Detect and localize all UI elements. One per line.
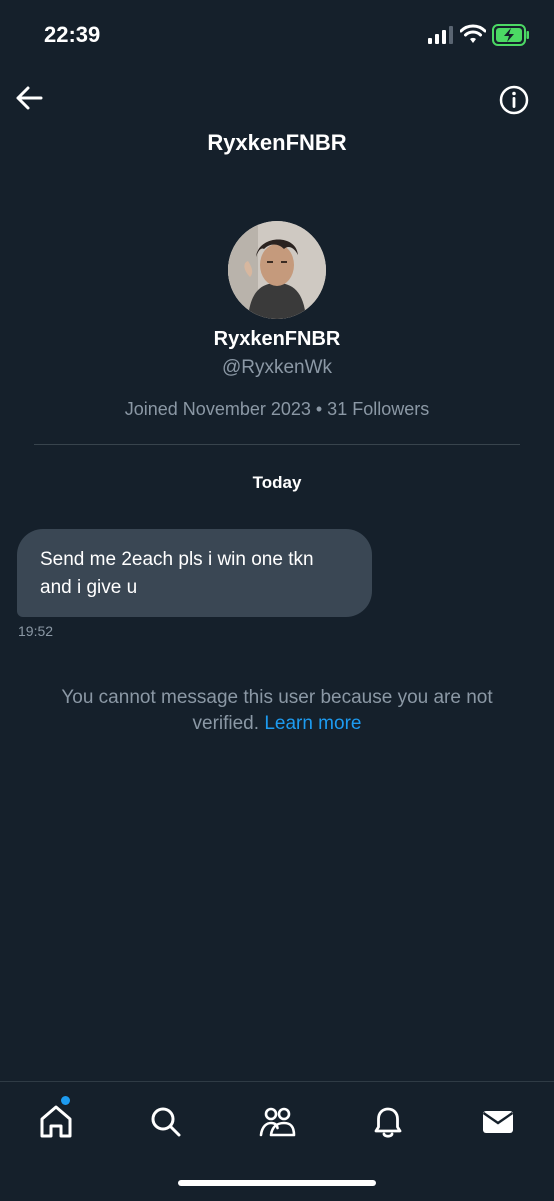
messages-icon — [482, 1111, 514, 1133]
profile-name[interactable]: RyxkenFNBR — [0, 328, 554, 351]
home-unread-dot — [61, 1096, 70, 1105]
avatar[interactable] — [228, 221, 326, 319]
status-time: 22:39 — [44, 22, 101, 47]
verification-notice: You cannot message this user because you… — [28, 685, 526, 737]
status-bar: 22:39 — [0, 0, 554, 70]
divider — [34, 444, 520, 445]
profile-meta: Joined November 2023 • 31 Followers — [124, 399, 430, 419]
profile-handle: @RyxkenWk — [221, 357, 333, 378]
date-separator: Today — [252, 473, 302, 492]
tab-home[interactable] — [36, 1102, 76, 1142]
info-button[interactable] — [498, 84, 530, 116]
tab-notifications[interactable] — [368, 1102, 408, 1142]
tab-search[interactable] — [146, 1102, 186, 1142]
learn-more-link[interactable]: Learn more — [264, 713, 361, 734]
notifications-icon — [374, 1107, 402, 1138]
conversation-title: RyxkenFNBR — [207, 130, 347, 155]
home-indicator[interactable] — [178, 1180, 376, 1186]
home-icon — [40, 1105, 72, 1138]
tab-communities[interactable] — [257, 1102, 297, 1142]
battery-charging-icon — [492, 24, 530, 51]
wifi-icon — [459, 24, 487, 49]
cellular-signal-icon — [428, 26, 454, 49]
message-bubble[interactable]: Send me 2each pls i win one tkn and i gi… — [17, 529, 372, 617]
info-icon — [499, 85, 529, 115]
back-arrow-icon — [16, 86, 43, 110]
message-timestamp: 19:52 — [18, 623, 54, 639]
back-button[interactable] — [14, 84, 44, 112]
search-icon — [151, 1107, 181, 1137]
tab-messages[interactable] — [478, 1102, 518, 1142]
communities-icon — [259, 1107, 296, 1137]
